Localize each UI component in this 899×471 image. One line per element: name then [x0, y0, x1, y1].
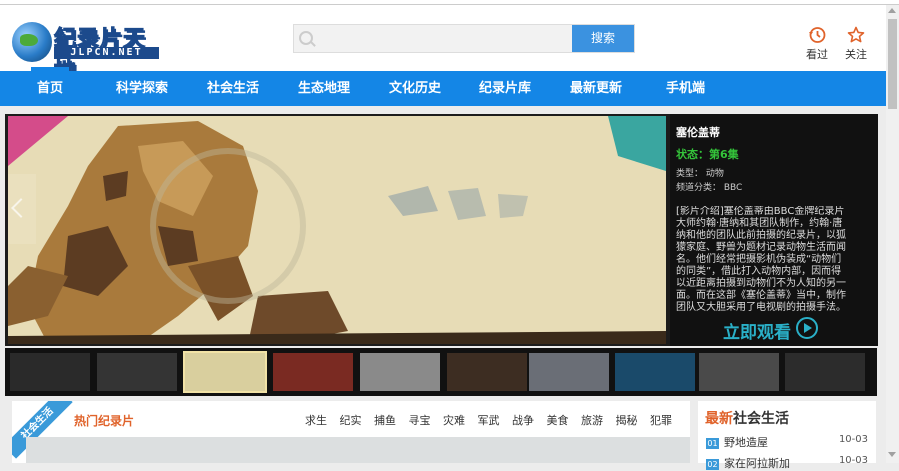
nav-item-latest[interactable]: 最新更新 [570, 71, 622, 106]
tag-link[interactable]: 旅游 [581, 414, 603, 427]
list-item-date: 10-03 [838, 455, 868, 466]
main-nav: 首页 科学探索 社会生活 生态地理 文化历史 纪录片库 最新更新 手机端 [0, 67, 886, 106]
play-icon[interactable] [796, 317, 818, 339]
page-scrollbar[interactable] [886, 5, 899, 463]
search-input[interactable] [316, 28, 570, 50]
star-icon [847, 26, 865, 43]
list-item-title[interactable]: 野地造屋 [724, 436, 768, 449]
nav-item-mobile[interactable]: 手机端 [666, 71, 705, 106]
leopard-poster-art [8, 116, 666, 344]
banner-prev-arrow[interactable] [8, 174, 36, 244]
rank-badge: 02 [706, 458, 719, 470]
thumbnail[interactable] [615, 353, 695, 391]
banner-description: [影片介绍]塞伦盖蒂由BBC金牌纪录片大师约翰·唐纳和其团队制作，约翰·唐纳和他… [676, 206, 846, 313]
list-item-title[interactable]: 家在阿拉斯加 [724, 457, 790, 470]
banner-channel: 频道分类： BBC [676, 183, 743, 193]
featured-poster[interactable] [8, 116, 666, 344]
thumbnail[interactable] [97, 353, 177, 391]
follow-button[interactable]: 关注 [841, 26, 871, 62]
banner-info-panel: 塞伦盖蒂 状态：第6集 类型： 动物 频道分类： BBC [影片介绍]塞伦盖蒂由… [670, 114, 878, 346]
follow-label: 关注 [845, 48, 867, 61]
tag-link[interactable]: 灾难 [443, 414, 465, 427]
tag-link[interactable]: 寻宝 [409, 414, 431, 427]
tag-link[interactable]: 求生 [305, 414, 327, 427]
banner-thumbnails [5, 348, 877, 396]
scroll-up-arrow[interactable] [888, 8, 896, 13]
tag-link[interactable]: 纪实 [340, 414, 362, 427]
banner-status: 状态：第6集 [676, 148, 739, 161]
tag-link[interactable]: 捕鱼 [374, 414, 396, 427]
thumbnail[interactable] [785, 353, 865, 391]
nav-item-library[interactable]: 纪录片库 [479, 71, 531, 106]
history-label: 看过 [806, 48, 828, 61]
nav-item-science[interactable]: 科学探索 [116, 71, 168, 106]
thumbnail[interactable] [447, 353, 527, 391]
thumbnail[interactable] [360, 353, 440, 391]
rank-badge: 01 [706, 437, 719, 449]
nav-item-home[interactable]: 首页 [30, 67, 70, 106]
watch-now-link[interactable]: 立即观看 [723, 318, 791, 343]
search-icon [299, 31, 313, 45]
side-panel-title: 最新社会生活 [705, 411, 789, 427]
banner-title[interactable]: 塞伦盖蒂 [676, 124, 720, 140]
tag-link[interactable]: 揭秘 [616, 414, 638, 427]
nav-item-ecology[interactable]: 生态地理 [298, 71, 350, 106]
nav-item-culture[interactable]: 文化历史 [389, 71, 441, 106]
section-poster-strip[interactable] [26, 437, 690, 463]
tag-link[interactable]: 战争 [512, 414, 534, 427]
thumbnail[interactable] [529, 353, 609, 391]
chevron-left-icon [11, 198, 31, 218]
society-section: 社会生活 热门纪录片 求生 纪实 捕鱼 寻宝 灾难 军武 战争 美食 旅游 揭秘… [12, 401, 690, 463]
scrollbar-thumb[interactable] [888, 19, 897, 109]
history-button[interactable]: 看过 [802, 26, 832, 62]
list-item[interactable]: 02 家在阿拉斯加 10-03 [706, 455, 868, 471]
latest-society-panel: 最新社会生活 01 野地造屋 10-03 02 家在阿拉斯加 10-03 [698, 401, 876, 470]
list-item[interactable]: 01 野地造屋 10-03 [706, 434, 868, 450]
tag-link[interactable]: 犯罪 [650, 414, 672, 427]
logo-subtitle: JLPCN.NET [54, 47, 159, 59]
list-item-date: 10-03 [838, 434, 868, 445]
thumbnail[interactable] [273, 353, 353, 391]
thumbnail[interactable] [699, 353, 779, 391]
tag-link[interactable]: 美食 [547, 414, 569, 427]
globe-icon [12, 22, 52, 62]
tag-list: 求生 纪实 捕鱼 寻宝 灾难 军武 战争 美食 旅游 揭秘 犯罪 [296, 412, 672, 428]
site-logo[interactable]: 纪录片天地 JLPCN.NET [12, 22, 159, 85]
site-header: 纪录片天地 JLPCN.NET 搜索 看过 关注 [0, 5, 886, 85]
thumbnail[interactable] [10, 353, 90, 391]
nav-item-society[interactable]: 社会生活 [207, 71, 259, 106]
scroll-down-arrow[interactable] [888, 452, 896, 457]
thumbnail-active[interactable] [183, 351, 267, 393]
tag-link[interactable]: 军武 [478, 414, 500, 427]
search-button[interactable]: 搜索 [572, 25, 634, 52]
search-box: 搜索 [293, 24, 635, 53]
clock-history-icon [809, 27, 826, 43]
hot-docs-label[interactable]: 热门纪录片 [74, 412, 134, 429]
banner-type: 类型： 动物 [676, 169, 724, 179]
